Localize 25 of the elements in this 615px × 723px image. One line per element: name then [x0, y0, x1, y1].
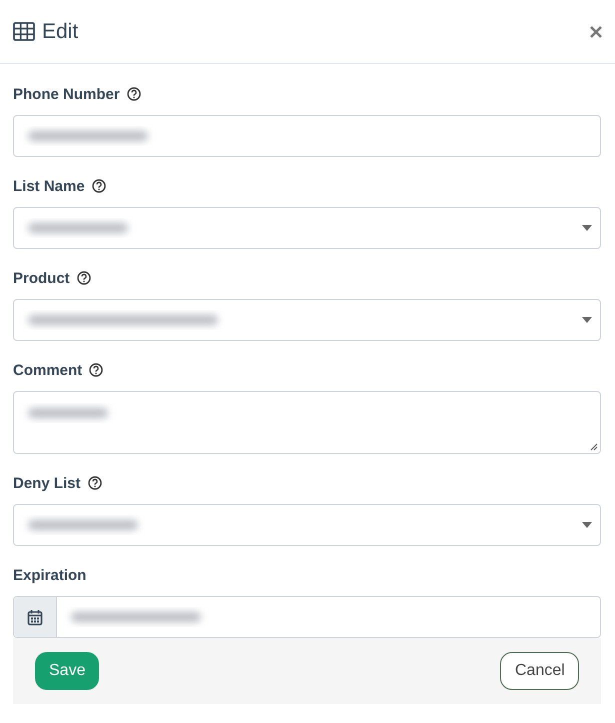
- caret-icon: [582, 317, 592, 323]
- dialog-title: Edit: [42, 20, 78, 44]
- help-icon[interactable]: [92, 179, 106, 193]
- date-input[interactable]: [13, 596, 601, 638]
- help-icon[interactable]: [126, 87, 141, 101]
- table-icon: [13, 22, 35, 41]
- field-label: Comment: [13, 362, 82, 378]
- field-label: Phone Number: [13, 86, 120, 102]
- help-icon[interactable]: [88, 476, 102, 490]
- select-field[interactable]: [13, 207, 601, 249]
- help-icon[interactable]: [89, 363, 104, 377]
- calendar-icon[interactable]: [27, 608, 43, 626]
- resize-grip-icon[interactable]: [589, 442, 598, 451]
- field-label: List Name: [13, 178, 85, 194]
- caret-icon: [582, 522, 592, 528]
- field-label: Expiration: [13, 566, 86, 584]
- select-field[interactable]: [13, 299, 601, 341]
- cancel-button[interactable]: Cancel: [500, 652, 579, 690]
- select-field[interactable]: [13, 504, 601, 546]
- help-icon[interactable]: [76, 271, 91, 285]
- phone-input[interactable]: [13, 115, 601, 157]
- close-button[interactable]: [590, 26, 602, 38]
- field-label: Product: [13, 270, 70, 286]
- field-label: Deny List: [13, 474, 81, 492]
- caret-icon: [582, 225, 592, 231]
